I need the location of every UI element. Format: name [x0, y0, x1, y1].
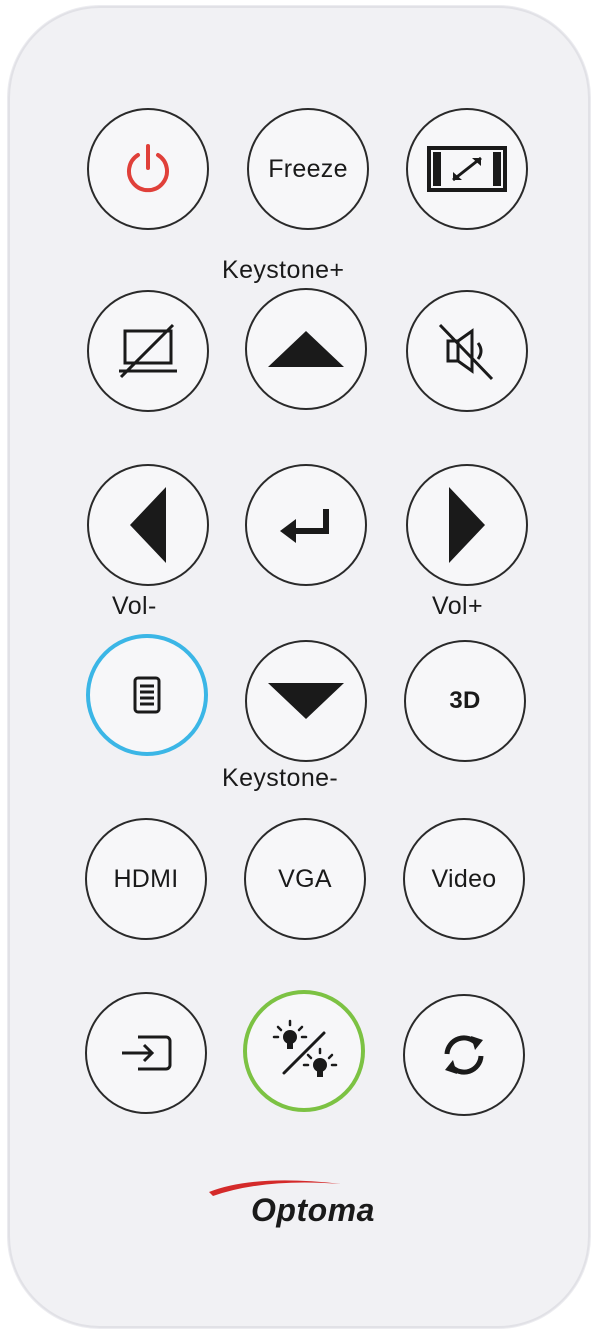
mute-button[interactable] [406, 290, 528, 412]
keystone-minus-label: Keystone- [222, 764, 339, 792]
triangle-right-icon [449, 487, 485, 563]
enter-return-icon [280, 509, 329, 543]
triangle-up-icon [268, 331, 344, 367]
blank-screen-button[interactable] [87, 290, 209, 412]
hdmi-button[interactable]: HDMI [85, 818, 207, 940]
triangle-down-icon [268, 683, 344, 719]
freeze-label: Freeze [268, 154, 348, 183]
triangle-left-icon [130, 487, 166, 563]
keystone-plus-label: Keystone+ [222, 256, 345, 284]
brightness-mode-button[interactable] [243, 990, 365, 1112]
vol-plus-button[interactable] [406, 464, 528, 586]
vol-minus-label: Vol- [112, 592, 157, 620]
mute-speaker-icon [438, 323, 494, 381]
hdmi-label: HDMI [113, 864, 179, 893]
video-label: Video [431, 864, 497, 893]
aspect-ratio-button[interactable] [406, 108, 528, 230]
brand-name: Optoma [251, 1192, 375, 1228]
vga-button[interactable]: VGA [244, 818, 366, 940]
power-button[interactable] [87, 108, 209, 230]
3d-button[interactable]: 3D [404, 640, 526, 762]
keystone-down-button[interactable] [245, 640, 367, 762]
3d-label: 3D [449, 687, 481, 714]
power-icon [127, 144, 169, 193]
freeze-button[interactable]: Freeze [247, 108, 369, 230]
source-input-icon [122, 1035, 172, 1071]
video-button[interactable]: Video [403, 818, 525, 940]
menu-button[interactable] [86, 634, 208, 756]
source-button[interactable] [85, 992, 207, 1114]
menu-list-icon [133, 676, 161, 714]
vol-minus-button[interactable] [87, 464, 209, 586]
vga-label: VGA [278, 864, 332, 893]
enter-button[interactable] [245, 464, 367, 586]
aspect-ratio-icon [427, 146, 507, 192]
optoma-logo: Optoma [205, 1172, 405, 1232]
vol-plus-label: Vol+ [432, 592, 483, 620]
brightness-mode-icon [272, 1019, 338, 1077]
blank-screen-icon [119, 323, 177, 379]
keystone-up-button[interactable] [245, 288, 367, 410]
resync-button[interactable] [403, 994, 525, 1116]
resync-arrows-icon [444, 1035, 484, 1075]
